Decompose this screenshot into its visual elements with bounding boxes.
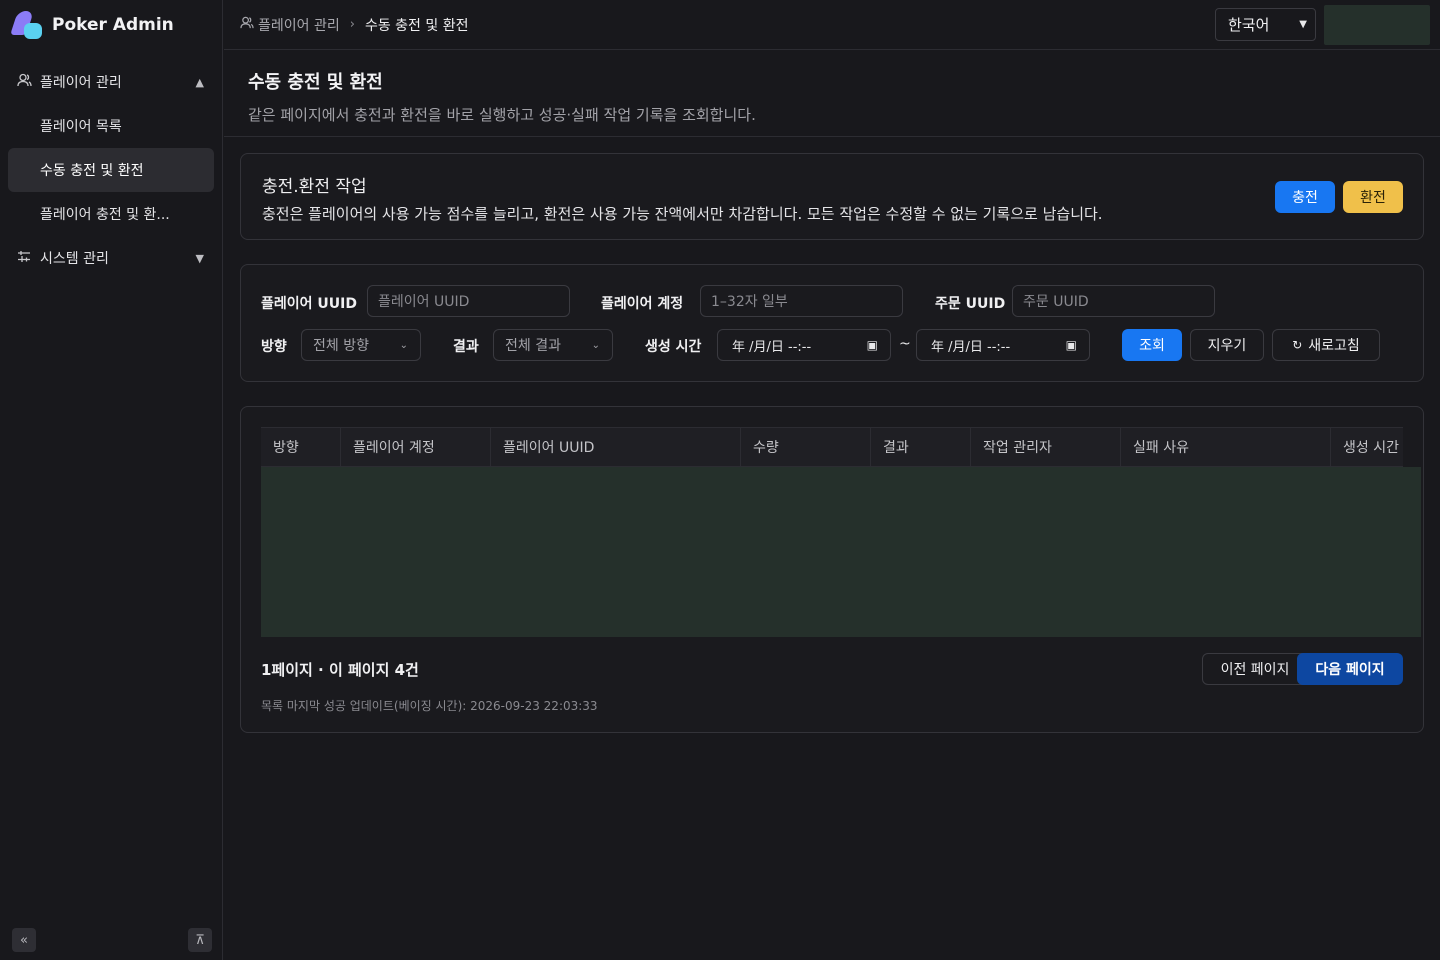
column-header-created-time[interactable]: 생성 시간 [1331, 428, 1403, 466]
chevron-down-icon: ▼ [195, 251, 204, 265]
player-account-label: 플레이어 계정 [601, 296, 684, 312]
double-chevron-left-icon: « [20, 932, 28, 948]
page-header: 수동 충전 및 환전 같은 페이지에서 충전과 환전을 바로 실행하고 성공·실… [224, 50, 1440, 137]
column-header-player-account[interactable]: 플레이어 계정 [341, 428, 491, 466]
records-table-card: 방향 플레이어 계정 플레이어 UUID 수량 결과 작업 관리자 실패 사유 … [240, 406, 1424, 733]
next-page-button[interactable]: 다음 페이지 [1297, 653, 1403, 685]
last-updated-text: 목록 마지막 성공 업데이트(베이징 시간): 2026-09-23 22:03… [261, 699, 598, 713]
breadcrumb: 플레이어 관리 › 수동 충전 및 환전 [240, 15, 468, 35]
player-uuid-label: 플레이어 UUID [261, 296, 357, 312]
language-select[interactable]: 한국어 ▼ [1215, 8, 1316, 41]
created-time-label: 생성 시간 [645, 339, 702, 355]
date-value: 年 /月/日 --:-- [931, 339, 1011, 355]
logo-icon [10, 9, 44, 41]
sidebar-item-label: 플레이어 목록 [40, 119, 122, 135]
refresh-label: 새로고침 [1308, 338, 1360, 354]
operation-description: 충전은 플레이어의 사용 가능 점수를 늘리고, 환전은 사용 가능 잔액에서만… [262, 205, 1103, 223]
table-body [261, 467, 1421, 637]
result-label: 결과 [453, 339, 479, 355]
app-logo[interactable]: Poker Admin [0, 0, 222, 50]
created-time-start-input[interactable]: 年 /月/日 --:-- ▣ [717, 329, 891, 361]
date-value: 年 /月/日 --:-- [732, 339, 812, 355]
breadcrumb-label: 플레이어 관리 [258, 17, 340, 34]
sidebar-item-label: 플레이어 충전 및 환... [40, 207, 170, 223]
users-icon [240, 16, 254, 33]
result-select[interactable]: 전체 결과 ⌄ [493, 329, 613, 361]
pin-icon: ⊼ [195, 932, 205, 948]
language-value: 한국어 [1228, 16, 1270, 34]
sidebar-item-system-management[interactable]: 시스템 관리 ▼ [0, 236, 222, 280]
filter-card: 플레이어 UUID 플레이어 UUID 플레이어 계정 1–32자 일부 주문 … [240, 264, 1424, 382]
refresh-button[interactable]: ↻ 새로고침 [1272, 329, 1380, 361]
pagination-info: 1페이지 · 이 페이지 4건 [261, 661, 419, 679]
column-header-direction[interactable]: 방향 [261, 428, 341, 466]
sidebar-item-manual-charge[interactable]: 수동 충전 및 환전 [8, 148, 214, 192]
direction-label: 방향 [261, 339, 287, 355]
player-account-input[interactable]: 1–32자 일부 [700, 285, 903, 317]
refresh-icon: ↻ [1292, 338, 1303, 352]
column-header-result[interactable]: 결과 [871, 428, 971, 466]
sidebar-item-label: 시스템 관리 [40, 251, 109, 267]
page-title: 수동 충전 및 환전 [248, 72, 383, 93]
sidebar-nav: 플레이어 관리 ▲ 플레이어 목록 수동 충전 및 환전 플레이어 충전 및 환… [0, 50, 222, 280]
chevron-up-icon: ▲ [195, 75, 204, 89]
page-description: 같은 페이지에서 충전과 환전을 바로 실행하고 성공·실패 작업 기록을 조회… [248, 106, 756, 124]
calendar-icon[interactable]: ▣ [867, 338, 878, 352]
sidebar-item-player-charge-withdraw[interactable]: 플레이어 충전 및 환... [8, 192, 214, 236]
date-range-separator: ~ [899, 336, 911, 352]
breadcrumb-item-current: 수동 충전 및 환전 [364, 17, 469, 34]
column-header-operator[interactable]: 작업 관리자 [971, 428, 1121, 466]
direction-select[interactable]: 전체 방향 ⌄ [301, 329, 421, 361]
sidebar-item-player-management[interactable]: 플레이어 관리 ▲ [0, 60, 222, 104]
chevron-down-icon: ⌄ [399, 339, 408, 351]
chevron-down-icon: ⌄ [591, 339, 600, 351]
order-uuid-placeholder: 주문 UUID [1023, 294, 1089, 310]
result-value: 전체 결과 [505, 338, 561, 354]
player-uuid-placeholder: 플레이어 UUID [378, 294, 470, 310]
sidebar-item-label: 플레이어 관리 [40, 75, 122, 91]
player-uuid-input[interactable]: 플레이어 UUID [367, 285, 570, 317]
chevron-down-icon: ▼ [1299, 19, 1307, 30]
operation-title: 충전.환전 작업 [262, 177, 367, 197]
pin-sidebar-button[interactable]: ⊼ [188, 928, 212, 952]
users-icon [16, 73, 32, 91]
column-header-failure-reason[interactable]: 실패 사유 [1121, 428, 1331, 466]
sidebar-item-label: 수동 충전 및 환전 [40, 163, 144, 179]
order-uuid-label: 주문 UUID [935, 296, 1006, 312]
operation-card: 충전.환전 작업 충전은 플레이어의 사용 가능 점수를 늘리고, 환전은 사용… [240, 153, 1424, 240]
query-button[interactable]: 조회 [1122, 329, 1182, 361]
chevron-right-icon: › [349, 17, 355, 32]
clear-button[interactable]: 지우기 [1190, 329, 1264, 361]
app-name: Poker Admin [52, 15, 174, 35]
charge-button[interactable]: 충전 [1275, 181, 1335, 213]
calendar-icon[interactable]: ▣ [1066, 338, 1077, 352]
topbar: 플레이어 관리 › 수동 충전 및 환전 한국어 ▼ [224, 0, 1440, 50]
table-header: 방향 플레이어 계정 플레이어 UUID 수량 결과 작업 관리자 실패 사유 … [261, 427, 1403, 467]
sidebar-item-player-list[interactable]: 플레이어 목록 [8, 104, 214, 148]
user-avatar[interactable] [1324, 5, 1430, 45]
column-header-amount[interactable]: 수량 [741, 428, 871, 466]
player-account-placeholder: 1–32자 일부 [711, 294, 788, 310]
column-header-player-uuid[interactable]: 플레이어 UUID [491, 428, 741, 466]
withdraw-button[interactable]: 환전 [1343, 181, 1403, 213]
order-uuid-input[interactable]: 주문 UUID [1012, 285, 1215, 317]
collapse-sidebar-button[interactable]: « [12, 928, 36, 952]
created-time-end-input[interactable]: 年 /月/日 --:-- ▣ [916, 329, 1090, 361]
breadcrumb-item-player-management[interactable]: 플레이어 관리 [240, 15, 340, 35]
sidebar: Poker Admin 플레이어 관리 ▲ 플레이어 목록 수동 충전 및 환전… [0, 0, 223, 960]
prev-page-button[interactable]: 이전 페이지 [1202, 653, 1308, 685]
sliders-icon [16, 250, 32, 267]
direction-value: 전체 방향 [313, 338, 369, 354]
